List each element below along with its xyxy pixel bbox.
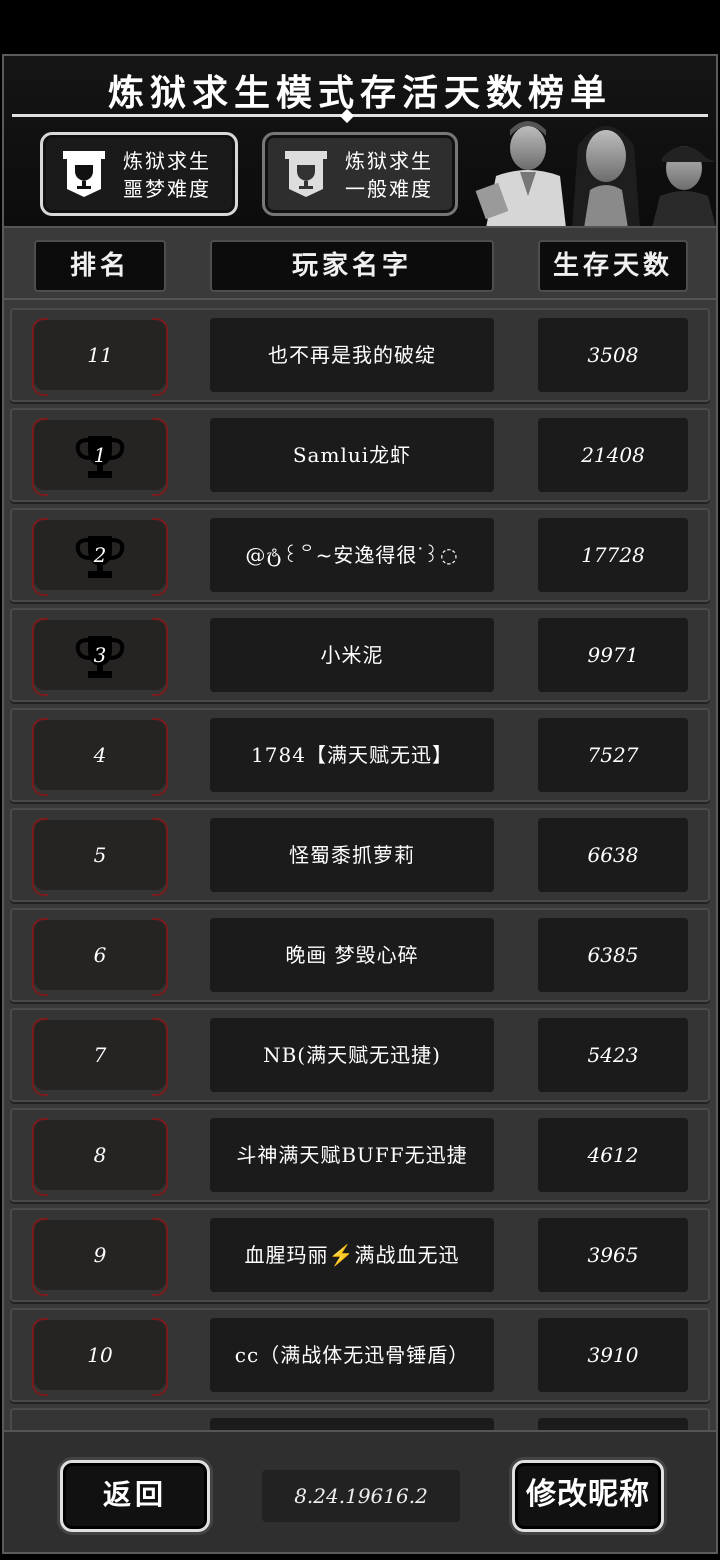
survival-days: 3965: [538, 1218, 688, 1292]
player-name: 也不再是我的破绽: [210, 318, 494, 392]
rank-cell: 11: [32, 318, 168, 396]
rank-number: 9: [93, 1243, 107, 1267]
survival-days: 6385: [538, 918, 688, 992]
rank-number: 2: [93, 543, 107, 567]
player-name: NB(满天赋无迅捷): [210, 1018, 494, 1092]
leaderboard-row: 9 血腥玛丽⚡满战血无迅 3965: [10, 1208, 710, 1302]
footer-bar: 返回 8.24.19616.2 修改昵称: [4, 1430, 716, 1552]
tab-normal-difficulty[interactable]: 炼狱求生 一般难度: [262, 132, 458, 216]
leaderboard-row: 8 斗神满天赋BUFF无迅捷 4612: [10, 1108, 710, 1202]
column-header-rank: 排名: [34, 240, 166, 292]
player-name: Samlui龙虾: [210, 418, 494, 492]
leaderboard-row: 6 晚画 梦毁心碎 6385: [10, 908, 710, 1002]
leaderboard-row: 7 NB(满天赋无迅捷) 5423: [10, 1008, 710, 1102]
rank-cell: 1: [32, 418, 168, 496]
leaderboard-row: 5 怪蜀黍抓萝莉 6638: [10, 808, 710, 902]
rank-number: 4: [93, 743, 107, 767]
player-name: 血腥玛丽⚡满战血无迅: [210, 1218, 494, 1292]
leaderboard-row: 4 1784【满天赋无迅】 7527: [10, 708, 710, 802]
survival-days: 3910: [538, 1318, 688, 1392]
leaderboard-panel: 炼狱求生模式存活天数榜单 炼狱求生 噩梦难度 炼狱求生 一般难度 排名 玩家名字…: [2, 54, 718, 1554]
player-name: [210, 1418, 494, 1430]
back-button[interactable]: 返回: [60, 1460, 210, 1532]
column-header-player-name: 玩家名字: [210, 240, 494, 292]
rank-number: 11: [87, 343, 113, 367]
tab-nightmare-line1: 炼狱求生: [123, 149, 211, 173]
rank-cell: 9: [32, 1218, 168, 1296]
rank-cell: 2: [32, 518, 168, 596]
rank-number: 6: [93, 943, 107, 967]
rename-nickname-button[interactable]: 修改昵称: [512, 1460, 664, 1532]
rank-number: 8: [93, 1143, 107, 1167]
survival-days: [538, 1418, 688, 1430]
leaderboard-row: 3 小米泥 9971: [10, 608, 710, 702]
trophy-banner-icon: [285, 151, 327, 197]
survival-days: 4612: [538, 1118, 688, 1192]
player-name: 小米泥: [210, 618, 494, 692]
status-bar: [0, 0, 720, 54]
bottom-edge: [0, 1554, 720, 1560]
character-portraits-image: [475, 121, 716, 226]
rank-number: 3: [93, 643, 107, 667]
leaderboard-row: 10 cc（满战体无迅骨锤盾） 3910: [10, 1308, 710, 1402]
tab-normal-line2: 一般难度: [345, 177, 433, 201]
player-name: 怪蜀黍抓萝莉: [210, 818, 494, 892]
rank-cell: 10: [32, 1318, 168, 1396]
rank-number: 10: [87, 1343, 113, 1367]
rank-number: 5: [93, 843, 107, 867]
rank-cell: 8: [32, 1118, 168, 1196]
rank-cell: 3: [32, 618, 168, 696]
survival-days: 9971: [538, 618, 688, 692]
player-name: 斗神满天赋BUFF无迅捷: [210, 1118, 494, 1192]
page-title: 炼狱求生模式存活天数榜单: [107, 72, 612, 114]
player-name: 晚画 梦毁心碎: [210, 918, 494, 992]
leaderboard-row: 1 Samlui龙虾 21408: [10, 408, 710, 502]
survival-days: 6638: [538, 818, 688, 892]
rank-cell: 7: [32, 1018, 168, 1096]
leaderboard-row-partial: [10, 1408, 710, 1430]
tab-nightmare-difficulty[interactable]: 炼狱求生 噩梦难度: [40, 132, 238, 216]
survival-days: 7527: [538, 718, 688, 792]
leaderboard-list[interactable]: 11 也不再是我的破绽 3508 1 Samlui龙虾 21408 2 @ტ꒰꒪…: [10, 306, 712, 1430]
rank-number: 7: [93, 1043, 107, 1067]
leaderboard-header: 炼狱求生模式存活天数榜单 炼狱求生 噩梦难度 炼狱求生 一般难度: [4, 56, 716, 228]
rank-number: 1: [93, 443, 107, 467]
player-name: cc（满战体无迅骨锤盾）: [210, 1318, 494, 1392]
survival-days: 21408: [538, 418, 688, 492]
rank-cell: 5: [32, 818, 168, 896]
player-name: 1784【满天赋无迅】: [210, 718, 494, 792]
trophy-banner-icon: [63, 151, 105, 197]
version-label: 8.24.19616.2: [262, 1470, 460, 1522]
survival-days: 3508: [538, 318, 688, 392]
divider: [4, 298, 716, 300]
survival-days: 5423: [538, 1018, 688, 1092]
leaderboard-row: 2 @ტ꒰꒪~安逸得很ᐝ꒱◌ 17728: [10, 508, 710, 602]
leaderboard-row-self: 11 也不再是我的破绽 3508: [10, 308, 710, 402]
player-name: @ტ꒰꒪~安逸得很ᐝ꒱◌: [210, 518, 494, 592]
column-header-survival-days: 生存天数: [538, 240, 688, 292]
rank-cell: 4: [32, 718, 168, 796]
tab-normal-line1: 炼狱求生: [345, 149, 433, 173]
tab-nightmare-line2: 噩梦难度: [123, 177, 211, 201]
survival-days: 17728: [538, 518, 688, 592]
rank-cell: 6: [32, 918, 168, 996]
